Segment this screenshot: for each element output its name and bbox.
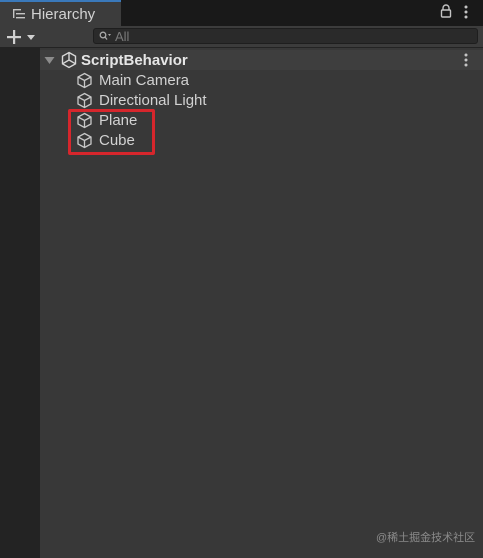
watermark: @稀土掘金技术社区 [376, 532, 476, 544]
kebab-menu-icon[interactable] [463, 4, 469, 20]
highlight-box [68, 109, 155, 155]
tab-bar: Hierarchy [0, 0, 483, 26]
search-icon [99, 31, 111, 40]
scene-menu-icon[interactable] [463, 52, 469, 68]
hierarchy-toolbar [0, 26, 483, 48]
list-item-label: Main Camera [99, 71, 190, 89]
scene-item[interactable]: ScriptBehavior [44, 50, 188, 70]
hierarchy-item-directional-light[interactable]: Directional Light [76, 90, 207, 110]
lock-icon[interactable] [440, 4, 452, 18]
tab-label: Hierarchy [31, 5, 96, 23]
dropdown-arrow-icon [27, 34, 35, 40]
search-input[interactable] [115, 29, 445, 43]
gameobject-cube-icon [77, 92, 92, 108]
expand-arrow-icon[interactable] [44, 56, 55, 65]
add-object-button[interactable] [6, 27, 42, 46]
gameobject-cube-icon [77, 72, 92, 88]
hierarchy-list-icon [13, 9, 25, 19]
scene-name: ScriptBehavior [81, 51, 188, 69]
tab-hierarchy[interactable]: Hierarchy [0, 0, 121, 26]
unity-logo-icon [61, 51, 77, 69]
plus-icon [7, 29, 21, 44]
list-item-label: Directional Light [99, 91, 207, 109]
search-field[interactable] [93, 28, 478, 44]
hierarchy-item-main-camera[interactable]: Main Camera [76, 70, 189, 90]
hierarchy-gutter [0, 48, 40, 558]
